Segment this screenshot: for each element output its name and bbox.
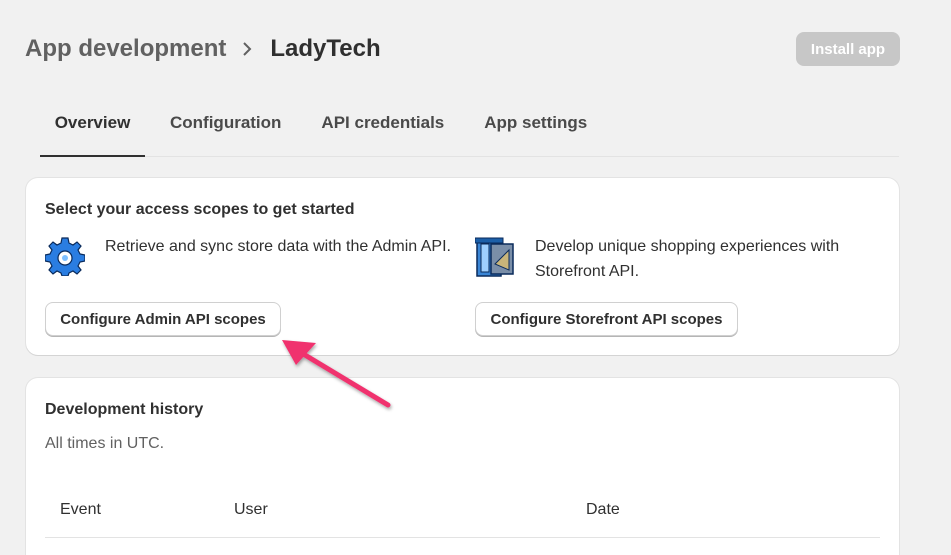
breadcrumb-parent[interactable]: App development <box>25 35 226 63</box>
history-timezone-note: All times in UTC. <box>45 435 165 452</box>
app-page: App development LadyTech Install app Ove… <box>0 0 951 555</box>
tab-app-settings[interactable]: App settings <box>469 98 602 147</box>
tab-overview[interactable]: Overview <box>40 98 145 157</box>
access-scopes-card: Select your access scopes to get started… <box>26 178 899 355</box>
development-history-card: Development history All times in UTC. Ev… <box>26 378 899 555</box>
storefront-scope-description: Develop unique shopping experiences with… <box>535 238 840 280</box>
column-header-event: Event <box>60 501 101 518</box>
history-table-header: Event User Date <box>45 492 880 538</box>
configure-storefront-api-scopes-button[interactable]: Configure Storefront API scopes <box>475 302 738 336</box>
column-header-user: User <box>234 501 268 518</box>
storefront-icon <box>474 236 515 277</box>
annotation-arrow-icon <box>282 340 391 408</box>
chevron-right-icon <box>242 42 252 56</box>
page-title: LadyTech <box>270 35 381 62</box>
install-app-button[interactable]: Install app <box>796 32 900 66</box>
scopes-card-title: Select your access scopes to get started <box>45 201 355 218</box>
history-card-title: Development history <box>45 401 204 418</box>
tab-bar: Overview Configuration API credentials A… <box>40 108 899 157</box>
configure-admin-api-scopes-button[interactable]: Configure Admin API scopes <box>45 302 281 336</box>
page-header: App development LadyTech Install app <box>25 32 900 66</box>
tab-api-credentials[interactable]: API credentials <box>306 98 459 147</box>
gear-icon <box>44 236 86 277</box>
admin-scope-description: Retrieve and sync store data with the Ad… <box>105 238 451 255</box>
column-header-date: Date <box>586 501 620 518</box>
tab-configuration[interactable]: Configuration <box>155 98 296 147</box>
